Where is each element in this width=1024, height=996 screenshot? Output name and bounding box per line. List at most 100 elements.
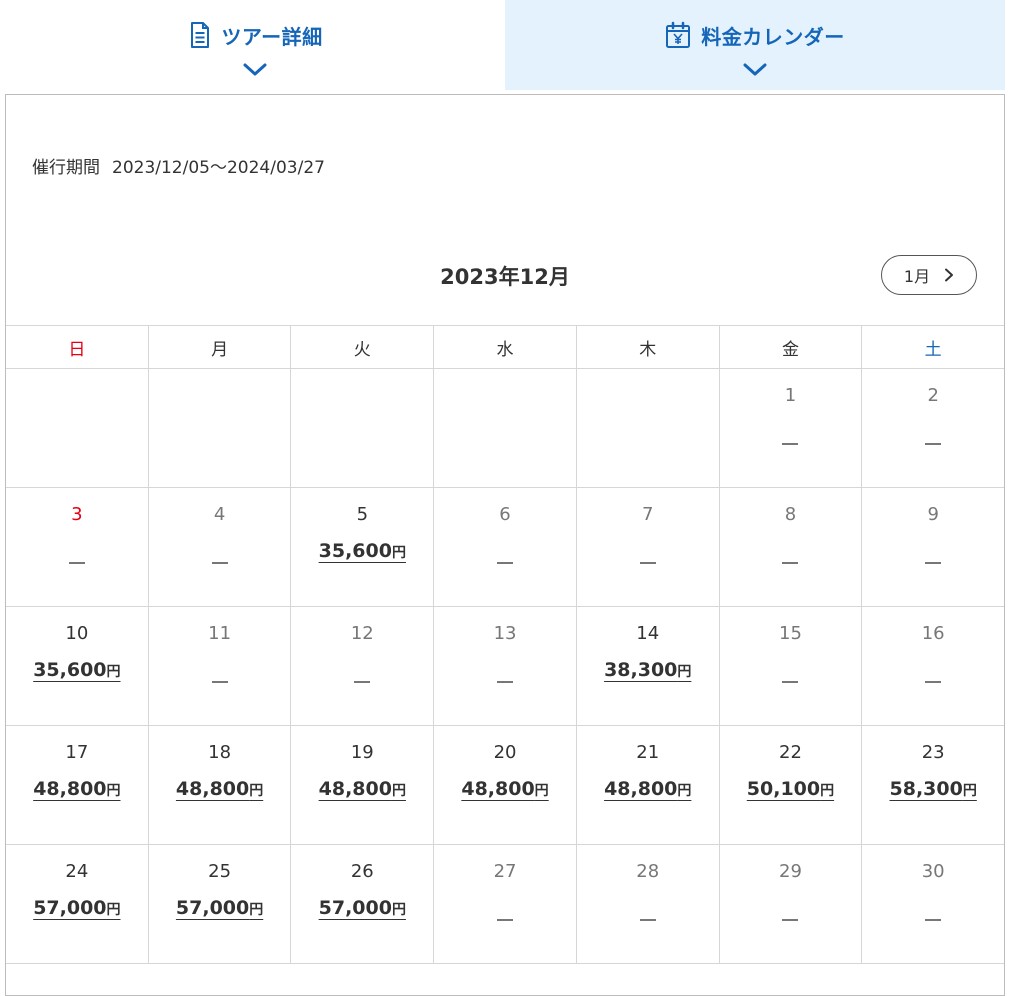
tab-bar: ツアー詳細 料金カレンダー bbox=[0, 0, 1024, 92]
tab-price-calendar-content: 料金カレンダー bbox=[505, 18, 1005, 52]
price-link[interactable]: 50,100円 bbox=[747, 778, 834, 800]
price-link-wrap: 38,300円 bbox=[577, 659, 719, 681]
calendar-day-cell[interactable]: 26 57,000円 bbox=[291, 845, 435, 963]
calendar-day-cell: 4 bbox=[149, 488, 292, 606]
weekday-friday: 金 bbox=[720, 326, 863, 368]
price-link[interactable]: 48,800円 bbox=[176, 778, 263, 800]
calendar-day-cell: 7 bbox=[577, 488, 720, 606]
price-link[interactable]: 57,000円 bbox=[33, 897, 120, 919]
price-link-wrap: 48,800円 bbox=[577, 778, 719, 800]
day-number: 5 bbox=[356, 504, 369, 525]
day-number: 7 bbox=[642, 504, 654, 525]
calendar-day-cell[interactable]: 10 35,600円 bbox=[6, 607, 149, 725]
calendar-day-cell: 27 bbox=[434, 845, 577, 963]
calendar-day-cell[interactable]: 5 35,600円 bbox=[291, 488, 435, 606]
day-number: 28 bbox=[636, 861, 660, 882]
unavailable-dash bbox=[497, 562, 514, 564]
price-link[interactable]: 48,800円 bbox=[319, 778, 406, 800]
calendar-day-cell bbox=[149, 369, 292, 487]
price-amount: 35,600 bbox=[33, 659, 107, 681]
calendar-week: 17 48,800円 18 48,800円 19 48,800円 20 48,800円 21 48… bbox=[6, 726, 1004, 845]
price-unit: 円 bbox=[534, 783, 549, 799]
price-unit: 円 bbox=[820, 783, 835, 799]
calendar-day-cell: 11 bbox=[149, 607, 292, 725]
tab-tour-details-label: ツアー詳細 bbox=[221, 24, 323, 49]
day-number: 13 bbox=[493, 623, 517, 644]
calendar-day-cell[interactable]: 25 57,000円 bbox=[149, 845, 292, 963]
unavailable-dash bbox=[354, 681, 371, 683]
tour-period-value: 2023/12/05〜2024/03/27 bbox=[112, 158, 325, 178]
day-number: 19 bbox=[350, 742, 374, 763]
unavailable-dash bbox=[925, 919, 942, 921]
day-number: 9 bbox=[927, 504, 939, 525]
day-number: 20 bbox=[493, 742, 517, 763]
day-number: 29 bbox=[779, 861, 802, 882]
weekday-header: 日 月 火 水 木 金 土 bbox=[6, 326, 1004, 369]
price-link[interactable]: 48,800円 bbox=[33, 778, 120, 800]
chevron-down-icon bbox=[243, 63, 267, 76]
day-number: 30 bbox=[921, 861, 945, 882]
price-amount: 48,800 bbox=[175, 778, 250, 800]
unavailable-dash bbox=[925, 443, 942, 445]
price-link-wrap: 35,600円 bbox=[6, 659, 148, 681]
price-unit: 円 bbox=[391, 902, 406, 918]
price-unit: 円 bbox=[391, 783, 406, 799]
price-calendar-panel: 催行期間 2023/12/05〜2024/03/27 2023年12月 1月 日… bbox=[5, 94, 1005, 996]
price-link[interactable]: 38,300円 bbox=[604, 659, 691, 681]
day-number: 18 bbox=[208, 742, 232, 763]
calendar-day-cell: 28 bbox=[577, 845, 720, 963]
price-amount: 48,800 bbox=[461, 778, 535, 800]
day-number: 14 bbox=[636, 623, 660, 644]
day-number: 1 bbox=[784, 385, 797, 406]
price-link[interactable]: 58,300円 bbox=[890, 778, 977, 800]
calendar-day-cell[interactable]: 19 48,800円 bbox=[291, 726, 435, 844]
day-number: 22 bbox=[779, 742, 802, 763]
price-link-wrap: 57,000円 bbox=[291, 897, 433, 919]
calendar-day-cell[interactable]: 24 57,000円 bbox=[6, 845, 149, 963]
price-link-wrap: 50,100円 bbox=[720, 778, 862, 800]
calendar-day-cell[interactable]: 14 38,300円 bbox=[577, 607, 720, 725]
chevron-right-icon bbox=[945, 268, 954, 282]
next-month-button[interactable]: 1月 bbox=[881, 255, 977, 295]
price-link[interactable]: 57,000円 bbox=[176, 897, 263, 919]
calendar-day-cell[interactable]: 20 48,800円 bbox=[434, 726, 577, 844]
calendar-week: 3 4 5 35,600円 6 7 8 9 bbox=[6, 488, 1004, 607]
calendar-week: 24 57,000円 25 57,000円 26 57,000円 27 28 29 30 bbox=[6, 845, 1004, 964]
day-number: 23 bbox=[921, 742, 945, 763]
price-link[interactable]: 48,800円 bbox=[604, 778, 691, 800]
tour-period-label: 催行期間 bbox=[32, 158, 100, 178]
calendar-day-cell bbox=[6, 369, 149, 487]
calendar-day-cell: 29 bbox=[720, 845, 863, 963]
calendar-day-cell: 1 bbox=[720, 369, 863, 487]
price-unit: 円 bbox=[106, 783, 121, 799]
price-link[interactable]: 57,000円 bbox=[319, 897, 406, 919]
price-link[interactable]: 48,800円 bbox=[461, 778, 548, 800]
day-number: 17 bbox=[65, 742, 89, 763]
day-number: 26 bbox=[350, 861, 374, 882]
price-amount: 48,800 bbox=[33, 778, 107, 800]
calendar-day-cell: 8 bbox=[720, 488, 863, 606]
tab-tour-details-content: ツアー詳細 bbox=[6, 18, 504, 52]
calendar-day-cell[interactable]: 22 50,100円 bbox=[720, 726, 863, 844]
calendar-day-cell[interactable]: 18 48,800円 bbox=[149, 726, 292, 844]
price-link[interactable]: 35,600円 bbox=[33, 659, 120, 681]
unavailable-dash bbox=[782, 562, 799, 564]
price-amount: 50,100 bbox=[746, 778, 821, 800]
tour-period: 催行期間 2023/12/05〜2024/03/27 bbox=[32, 153, 325, 178]
price-amount: 57,000 bbox=[175, 897, 250, 919]
unavailable-dash bbox=[68, 562, 85, 564]
month-title: 2023年12月 bbox=[440, 265, 570, 289]
price-unit: 円 bbox=[106, 664, 121, 680]
calendar-day-cell[interactable]: 21 48,800円 bbox=[577, 726, 720, 844]
calendar-day-cell[interactable]: 17 48,800円 bbox=[6, 726, 149, 844]
unavailable-dash bbox=[497, 919, 514, 921]
tab-tour-details[interactable]: ツアー詳細 bbox=[6, 0, 504, 90]
unavailable-dash bbox=[782, 919, 799, 921]
calendar-day-cell: 12 bbox=[291, 607, 435, 725]
price-link[interactable]: 35,600円 bbox=[319, 540, 406, 562]
calendar-day-cell[interactable]: 23 58,300円 bbox=[862, 726, 1004, 844]
unavailable-dash bbox=[639, 919, 656, 921]
unavailable-dash bbox=[782, 443, 799, 445]
tab-price-calendar[interactable]: 料金カレンダー bbox=[505, 0, 1005, 90]
day-number: 21 bbox=[636, 742, 660, 763]
